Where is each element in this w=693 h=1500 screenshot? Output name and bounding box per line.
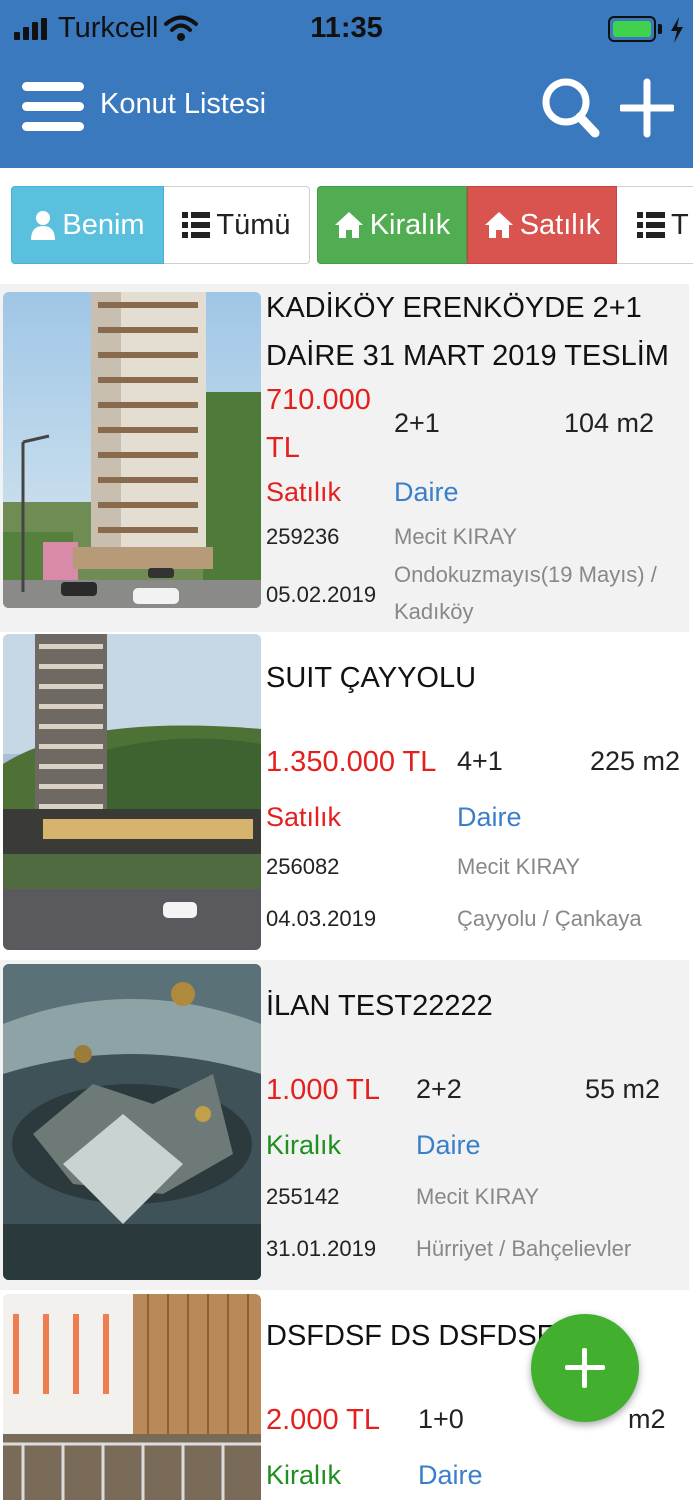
- listing-date: 31.01.2019: [266, 1236, 377, 1261]
- listing-location: Ondokuzmayıs(19 Mayıs) / Kadıköy: [394, 562, 657, 624]
- listing-type: Daire: [394, 477, 459, 507]
- listing-agent: Mecit KIRAY: [394, 524, 518, 549]
- listing-rooms: 1+0: [418, 1404, 464, 1434]
- listing-status: Kiralık: [266, 1130, 342, 1160]
- listing-location: Çayyolu / Çankaya: [457, 906, 642, 931]
- listing-price: 1.350.000 TL: [266, 746, 437, 778]
- floating-add-button[interactable]: [531, 1314, 639, 1422]
- listing-price: 1.000 TL: [266, 1074, 380, 1106]
- filter-type-all-label: T: [671, 208, 689, 241]
- listing-photo: [3, 292, 261, 608]
- menu-icon[interactable]: [22, 82, 84, 134]
- listing-item[interactable]: İLAN TEST22222 1.000 TL 2+2 55 m2 Kiralı…: [0, 960, 689, 1290]
- listing-date: 05.02.2019: [266, 582, 377, 607]
- home-icon: [484, 212, 513, 238]
- filter-mine-button[interactable]: Benim: [11, 186, 164, 264]
- status-bar: Turkcell 11:35: [0, 0, 693, 60]
- listing-type: Daire: [418, 1460, 483, 1490]
- home-icon: [334, 212, 363, 238]
- filter-mine-label: Benim: [62, 208, 145, 241]
- page-title: Konut Listesi: [100, 88, 267, 120]
- listing-title: İLAN TEST22222: [266, 990, 493, 1022]
- battery-tip: [658, 24, 662, 34]
- listing-title: KADİKÖY ERENKÖYDE 2+1 DAİRE 31 MART 2019…: [266, 292, 669, 372]
- listing-price: 710.000 TL: [266, 384, 371, 464]
- listing-photo: [3, 634, 261, 950]
- filter-rent-label: Kiralık: [369, 208, 451, 241]
- user-icon: [31, 211, 56, 240]
- filter-type-all-button[interactable]: T: [617, 186, 693, 264]
- listing-agent: Mecit KIRAY: [416, 1184, 540, 1209]
- filter-all-label: Tümü: [216, 208, 291, 241]
- listing-ref: 256082: [266, 854, 340, 879]
- listing-status: Satılık: [266, 802, 342, 832]
- listing-agent: Mecit KIRAY: [457, 854, 581, 879]
- listing-area: 55 m2: [585, 1074, 661, 1104]
- listing-photo: [3, 964, 261, 1280]
- listing-rooms: 2+2: [416, 1074, 462, 1104]
- battery-icon: [608, 16, 656, 42]
- add-icon[interactable]: [620, 74, 674, 140]
- listing-rooms: 4+1: [457, 746, 503, 776]
- listing-title: SUIT ÇAYYOLU: [266, 662, 477, 694]
- listing-location: Hürriyet / Bahçelievler: [416, 1236, 632, 1261]
- listing-rooms: 2+1: [394, 408, 440, 438]
- listing-item[interactable]: SUIT ÇAYYOLU 1.350.000 TL 4+1 225 m2 Sat…: [0, 632, 689, 960]
- listing-type: Daire: [457, 802, 522, 832]
- listing-ref: 255142: [266, 1184, 340, 1209]
- listing-type: Daire: [416, 1130, 481, 1160]
- listing-ref: 259236: [266, 524, 340, 549]
- filter-rent-button[interactable]: Kiralık: [317, 186, 467, 264]
- list-icon: [182, 212, 211, 238]
- listing-area: 225 m2: [590, 746, 681, 776]
- clock: 11:35: [310, 12, 383, 44]
- listing-area: 104 m2: [564, 408, 655, 438]
- filter-all-button[interactable]: Tümü: [164, 186, 310, 264]
- filter-sale-label: Satılık: [519, 208, 601, 241]
- listing-date: 04.03.2019: [266, 906, 377, 931]
- charging-icon: [671, 17, 683, 43]
- listing-status: Kiralık: [266, 1460, 342, 1490]
- list-icon: [637, 212, 665, 238]
- listing-price: 2.000 TL: [266, 1404, 380, 1436]
- navigation-bar: Konut Listesi: [0, 60, 693, 168]
- listing-area: m2: [628, 1404, 666, 1434]
- listing-item[interactable]: KADİKÖY ERENKÖYDE 2+1 DAİRE 31 MART 2019…: [0, 284, 689, 632]
- listing-photo: [3, 1294, 261, 1500]
- filter-sale-button[interactable]: Satılık: [467, 186, 617, 264]
- filter-bar: Benim Tümü Kiralık Satılık T: [0, 168, 693, 278]
- listing-status: Satılık: [266, 477, 342, 507]
- search-icon[interactable]: [540, 74, 600, 140]
